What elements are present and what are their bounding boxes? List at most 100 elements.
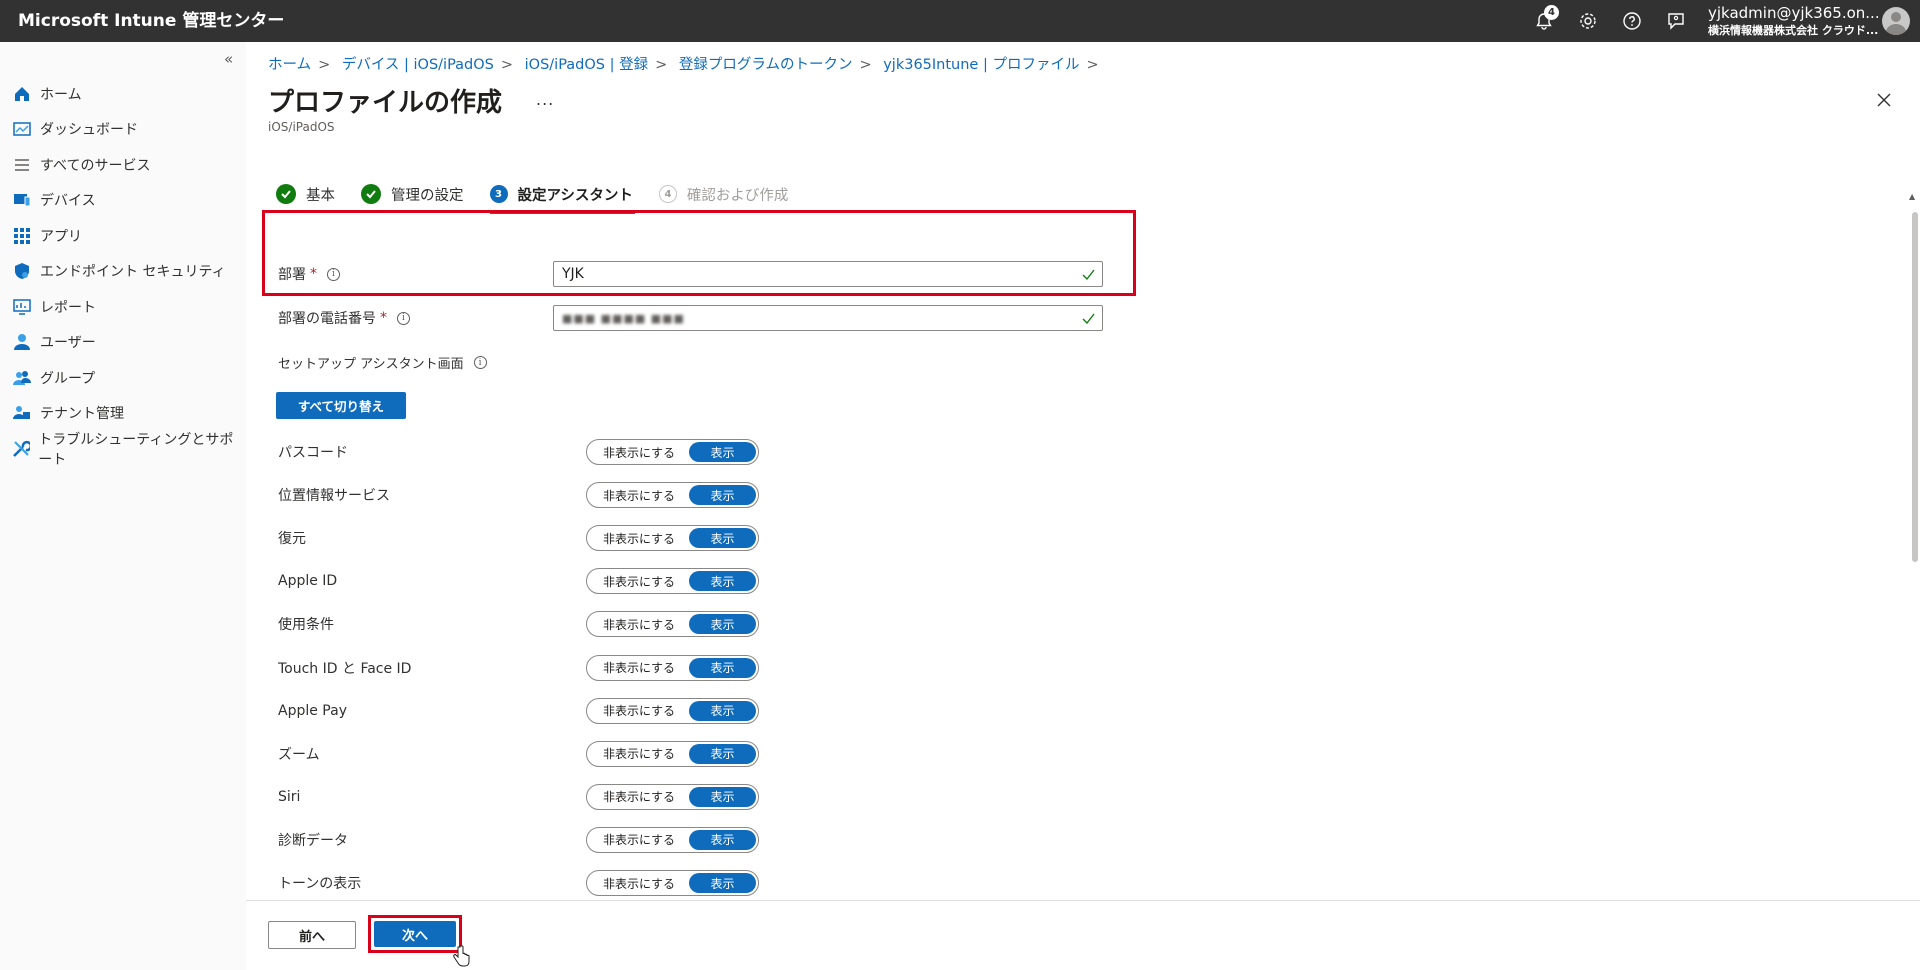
hide-show-toggle[interactable]: 非表示にする表示 — [586, 740, 759, 767]
breadcrumb-ios-enrollment[interactable]: iOS/iPadOS | 登録 — [525, 57, 648, 73]
setting-label: Touch ID と Face ID — [278, 660, 412, 677]
hide-option[interactable]: 非表示にする — [589, 830, 689, 850]
department-value: YJK — [562, 266, 584, 282]
show-option[interactable]: 表示 — [689, 614, 756, 635]
close-icon[interactable] — [1874, 90, 1894, 110]
sidebar-item-label: テナント管理 — [40, 406, 124, 423]
hide-option[interactable]: 非表示にする — [589, 614, 689, 634]
hide-option[interactable]: 非表示にする — [589, 528, 689, 548]
next-button[interactable]: 次へ — [374, 921, 456, 947]
show-option[interactable]: 表示 — [689, 829, 756, 850]
department-label: 部署 — [278, 267, 306, 283]
show-option[interactable]: 表示 — [689, 743, 756, 764]
more-options-button[interactable]: ... — [536, 90, 554, 109]
show-option[interactable]: 表示 — [689, 571, 756, 592]
hide-show-toggle[interactable]: 非表示にする表示 — [586, 439, 759, 465]
hide-show-toggle[interactable]: 非表示にする表示 — [586, 611, 759, 638]
show-option[interactable]: 表示 — [689, 657, 756, 678]
setup-assistant-screens-label: セットアップ アシスタント画面 i — [278, 353, 487, 372]
collapse-sidebar-button[interactable]: « — [224, 50, 233, 68]
setting-label: 診断データ — [278, 832, 348, 849]
tab-setup-assistant[interactable]: 3 設定アシスタント — [489, 176, 636, 214]
hide-option[interactable]: 非表示にする — [589, 658, 689, 678]
sidebar-item-label: レポート — [40, 299, 96, 316]
breadcrumb-enrollment-tokens[interactable]: 登録プログラムのトークン — [679, 57, 853, 73]
next-button-highlight: 次へ — [368, 915, 462, 953]
setting-row: 診断データ 非表示にする 表示 — [278, 826, 878, 853]
show-option[interactable]: 表示 — [689, 528, 756, 549]
show-option[interactable]: 表示 — [689, 700, 756, 721]
hide-show-toggle[interactable]: 非表示にする表示 — [586, 525, 759, 552]
toggle-all-button[interactable]: すべて切り替え — [276, 392, 406, 419]
check-circle-icon — [361, 184, 381, 204]
scroll-up-arrow[interactable]: ▲ — [1909, 192, 1915, 201]
hide-option[interactable]: 非表示にする — [589, 873, 689, 893]
previous-button[interactable]: 前へ — [268, 921, 356, 949]
sidebar-item-devices[interactable]: デバイス — [12, 183, 242, 219]
app-title[interactable]: Microsoft Intune 管理センター — [18, 0, 284, 42]
hide-option[interactable]: 非表示にする — [589, 571, 689, 591]
department-phone-input[interactable]: ■■■ ■■■■ ■■■ — [553, 305, 1103, 331]
breadcrumb-separator: > — [500, 57, 514, 73]
sidebar: « ホーム ダッシュボード すべてのサービス デバイス アプリ エンドポイント … — [0, 42, 246, 970]
sidebar-item-users[interactable]: ユーザー — [12, 325, 242, 361]
valid-check-icon — [1082, 269, 1095, 281]
notifications-button[interactable]: 4 — [1522, 0, 1566, 42]
tab-basics[interactable]: 基本 — [276, 176, 335, 212]
hide-option[interactable]: 非表示にする — [589, 787, 689, 807]
hide-show-toggle[interactable]: 非表示にする表示 — [586, 568, 759, 595]
department-phone-label: 部署の電話番号 — [278, 311, 376, 327]
sidebar-item-endpoint-security[interactable]: エンドポイント セキュリティ — [12, 254, 242, 290]
sidebar-item-troubleshooting[interactable]: トラブルシューティングとサポート — [12, 431, 242, 468]
device-icon — [12, 190, 32, 210]
breadcrumb-profiles[interactable]: yjk365Intune | プロファイル — [883, 57, 1079, 73]
help-icon — [1623, 12, 1641, 30]
breadcrumb-separator: > — [318, 57, 331, 73]
scrollbar-thumb[interactable] — [1912, 212, 1918, 562]
sidebar-item-label: グループ — [40, 370, 96, 387]
feedback-button[interactable] — [1654, 0, 1698, 42]
hide-show-toggle[interactable]: 非表示にする表示 — [586, 697, 759, 724]
sidebar-item-reports[interactable]: レポート — [12, 289, 242, 325]
hide-show-toggle[interactable]: 非表示にする表示 — [586, 482, 759, 509]
settings-button[interactable] — [1566, 0, 1610, 42]
breadcrumb-home[interactable]: ホーム — [268, 57, 311, 73]
tab-management-settings[interactable]: 管理の設定 — [361, 176, 464, 212]
show-option[interactable]: 表示 — [689, 442, 756, 462]
sidebar-item-groups[interactable]: グループ — [12, 360, 242, 396]
hide-option[interactable]: 非表示にする — [589, 442, 689, 462]
hide-option[interactable]: 非表示にする — [589, 485, 689, 505]
sidebar-item-all-services[interactable]: すべてのサービス — [12, 147, 242, 183]
help-button[interactable] — [1610, 0, 1654, 42]
hide-show-toggle[interactable]: 非表示にする表示 — [586, 654, 759, 681]
account-menu[interactable]: yjkadmin@yjk365.on... 横浜情報機器株式会社 クラウド... — [1698, 0, 1878, 42]
avatar[interactable] — [1882, 7, 1910, 35]
hide-option[interactable]: 非表示にする — [589, 744, 689, 764]
hide-option[interactable]: 非表示にする — [589, 701, 689, 721]
info-icon[interactable]: i — [397, 311, 410, 325]
sidebar-item-apps[interactable]: アプリ — [12, 218, 242, 254]
sidebar-item-dashboard[interactable]: ダッシュボード — [12, 112, 242, 148]
home-icon — [12, 84, 32, 104]
required-mark: * — [310, 266, 317, 282]
setting-label: トーンの表示 — [278, 876, 362, 892]
valid-check-icon — [1082, 313, 1095, 325]
sidebar-item-home[interactable]: ホーム — [12, 76, 242, 112]
setting-label: パスコード — [278, 445, 348, 461]
sidebar-item-tenant-admin[interactable]: テナント管理 — [12, 396, 242, 432]
department-input[interactable]: YJK — [553, 261, 1103, 287]
hide-show-toggle[interactable]: 非表示にする表示 — [586, 826, 759, 853]
hide-show-toggle[interactable]: 非表示にする表示 — [586, 870, 759, 896]
show-option[interactable]: 表示 — [689, 873, 756, 893]
tenant-icon — [12, 403, 32, 423]
report-icon — [12, 297, 32, 317]
required-mark: * — [380, 310, 387, 326]
footer-bar: 前へ 次へ — [246, 900, 1920, 970]
hide-show-toggle[interactable]: 非表示にする表示 — [586, 783, 759, 810]
breadcrumb-devices-ios[interactable]: デバイス | iOS/iPadOS — [342, 57, 494, 73]
info-icon[interactable]: i — [327, 267, 340, 281]
show-option[interactable]: 表示 — [689, 786, 756, 807]
info-icon[interactable]: i — [473, 356, 487, 369]
department-label-row: 部署 * i — [278, 261, 340, 287]
show-option[interactable]: 表示 — [689, 485, 756, 506]
